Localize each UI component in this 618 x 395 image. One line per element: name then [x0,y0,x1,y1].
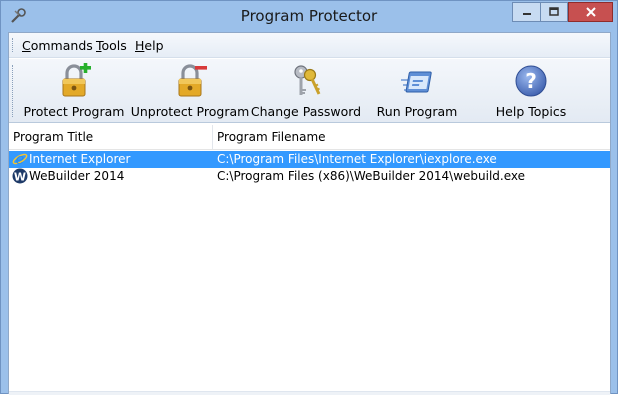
app-window: Program Protector Commands Tools Help Pr… [0,0,618,395]
change-password-label: Change Password [250,104,362,119]
program-list[interactable]: Program Title Program Filename e Interne… [9,125,610,393]
menu-tools[interactable]: Tools [96,38,127,53]
help-question-icon: ? [515,65,547,97]
svg-text:e: e [16,151,25,167]
maximize-icon [549,7,559,16]
unprotect-program-label: Unprotect Program [130,104,250,119]
table-row[interactable]: W WeBuilder 2014 C:\Program Files (x86)\… [9,168,610,185]
run-program-label: Run Program [376,104,458,119]
change-password-button[interactable]: Change Password [250,61,362,121]
row-filename: C:\Program Files (x86)\WeBuilder 2014\we… [217,169,526,183]
maximize-button[interactable] [540,2,568,22]
svg-text:?: ? [525,69,537,93]
internet-explorer-icon: e [12,151,28,167]
menu-help-label: elp [144,38,164,53]
table-row[interactable]: e Internet Explorer C:\Program Files\Int… [9,151,610,168]
row-filename: C:\Program Files\Internet Explorer\iexpl… [217,152,497,166]
column-header-filename[interactable]: Program Filename [213,125,610,149]
minimize-button[interactable] [512,2,540,22]
menu-bar: Commands Tools Help [9,33,610,58]
unprotect-program-button[interactable]: Unprotect Program [131,61,249,121]
keys-icon [294,65,321,95]
menu-commands-mnemonic: C [22,38,31,53]
menu-grip[interactable] [12,38,15,52]
menu-help[interactable]: Help [135,38,164,53]
toolbar-grip[interactable] [12,65,15,117]
padlock-plus-icon [62,63,91,97]
column-header-title[interactable]: Program Title [9,125,213,149]
header-divider [9,149,610,150]
webuilder-icon: W [12,168,28,184]
status-bar [9,391,610,395]
protect-program-button[interactable]: Protect Program [24,61,124,121]
padlock-minus-icon [178,64,207,97]
menu-tools-label: ools [101,38,127,53]
run-program-button[interactable]: Run Program [373,61,461,121]
menu-commands[interactable]: Commands [22,38,93,53]
minimize-icon [522,13,531,15]
row-title: Internet Explorer [29,152,131,166]
title-bar[interactable]: Program Protector [1,1,617,32]
client-area: Commands Tools Help Protect Program Unpr… [8,32,611,395]
close-button[interactable] [568,2,613,22]
protect-program-label: Protect Program [23,104,125,119]
run-window-icon [401,71,432,93]
menu-help-mnemonic: H [135,38,145,53]
help-topics-button[interactable]: ? Help Topics [493,61,569,121]
toolbar: Protect Program Unprotect Program Change… [9,59,610,123]
menu-commands-label: ommands [30,38,93,53]
row-title: WeBuilder 2014 [29,169,125,183]
close-icon [585,7,596,17]
help-topics-label: Help Topics [495,104,567,119]
svg-text:W: W [14,171,26,184]
